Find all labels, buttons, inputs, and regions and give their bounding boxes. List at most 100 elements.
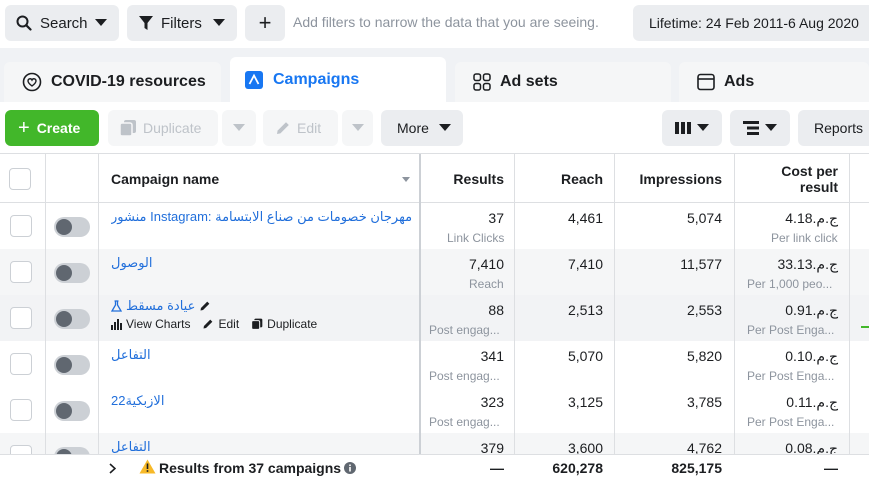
row-checkbox[interactable] bbox=[10, 215, 32, 237]
tab-ad-sets[interactable]: Ad sets bbox=[455, 62, 671, 102]
info-icon[interactable] bbox=[344, 462, 356, 474]
search-button[interactable]: Search bbox=[5, 5, 119, 41]
reach-value: 2,513 bbox=[567, 302, 603, 318]
column-header-reach[interactable]: Reach bbox=[520, 154, 603, 203]
breakdown-button[interactable] bbox=[730, 110, 790, 146]
more-button[interactable]: More bbox=[381, 110, 463, 146]
filter-bar: Search Filters + Add filters to narrow t… bbox=[0, 0, 869, 48]
tab-label: Ads bbox=[724, 73, 755, 90]
campaign-name-link[interactable]: الازبكية22 bbox=[111, 393, 164, 409]
column-header-name[interactable]: Campaign name bbox=[111, 154, 411, 203]
campaign-toggle[interactable] bbox=[54, 309, 90, 329]
pencil-icon[interactable] bbox=[199, 300, 211, 312]
chevron-down-icon bbox=[95, 19, 107, 26]
cost-type: Per Post Enga... bbox=[747, 415, 835, 429]
row-checkbox[interactable] bbox=[10, 353, 32, 375]
duplicate-button[interactable]: Duplicate bbox=[108, 110, 218, 146]
column-header-results[interactable]: Results bbox=[420, 154, 504, 203]
edit-link[interactable]: Edit bbox=[218, 317, 239, 331]
edit-button[interactable]: Edit bbox=[263, 110, 338, 146]
table-row[interactable]: عيادة مسقط View Charts Edit Duplicate 88… bbox=[0, 295, 869, 341]
results-type: Link Clicks bbox=[447, 231, 505, 245]
row-actions: View Charts Edit Duplicate bbox=[111, 317, 317, 331]
view-charts-link[interactable]: View Charts bbox=[126, 317, 190, 331]
duplicate-icon bbox=[251, 318, 263, 330]
row-checkbox[interactable] bbox=[10, 399, 32, 421]
create-button[interactable]: + Create bbox=[5, 110, 99, 146]
results-type: Post engag... bbox=[429, 369, 500, 383]
duplicate-label: Duplicate bbox=[143, 120, 202, 136]
ad-icon bbox=[697, 73, 715, 91]
table-row[interactable]: الوصول 7,410 Reach 7,410 11,577 ج.م.33.1… bbox=[0, 249, 869, 295]
select-all-checkbox[interactable] bbox=[9, 167, 31, 190]
duplicate-icon bbox=[119, 120, 136, 137]
table-row[interactable]: الازبكية22 323 Post engag... 3,125 3,785… bbox=[0, 387, 869, 433]
add-filter-button[interactable]: + bbox=[245, 5, 285, 41]
reach-value: 4,461 bbox=[567, 210, 603, 226]
chevron-down-icon bbox=[213, 19, 225, 26]
results-type: Post engag... bbox=[429, 323, 500, 337]
table-row[interactable]: التفاعل 341 Post engag... 5,070 5,820 ج.… bbox=[0, 341, 869, 387]
results-value: 37 bbox=[488, 210, 504, 226]
results-value: 7,410 bbox=[468, 256, 504, 272]
reports-button[interactable]: Reports bbox=[798, 110, 869, 146]
filter-icon bbox=[139, 16, 153, 30]
heart-hands-icon bbox=[22, 72, 42, 92]
tab-label: Campaigns bbox=[273, 70, 360, 88]
column-header-cost-per-result[interactable]: Cost per result bbox=[760, 154, 838, 203]
grid-icon bbox=[473, 73, 491, 91]
campaign-toggle[interactable] bbox=[54, 217, 90, 237]
cost-type: Per link click bbox=[771, 231, 838, 245]
summary-impressions: 825,175 bbox=[671, 460, 722, 476]
search-label: Search bbox=[40, 14, 88, 32]
column-divider bbox=[734, 154, 735, 479]
tab-ads[interactable]: Ads bbox=[679, 62, 869, 102]
row-checkbox[interactable] bbox=[10, 307, 32, 329]
columns-icon bbox=[675, 122, 691, 134]
results-summary-row: Results from 37 campaigns — 620,278 825,… bbox=[0, 454, 869, 479]
cost-type: Per Post Enga... bbox=[747, 323, 835, 337]
campaign-toggle[interactable] bbox=[54, 355, 90, 375]
reach-value: 5,070 bbox=[567, 348, 603, 364]
campaigns-table: Campaign name Results Reach Impressions … bbox=[0, 154, 869, 479]
impressions-value: 3,785 bbox=[686, 394, 722, 410]
campaign-name-link[interactable]: التفاعل bbox=[111, 439, 151, 455]
cost-value: ج.م.0.91 bbox=[785, 302, 838, 318]
create-label: Create bbox=[36, 120, 81, 136]
results-value: 88 bbox=[488, 302, 504, 318]
results-value: 323 bbox=[480, 394, 504, 410]
cost-value: ج.م.33.13 bbox=[777, 256, 838, 272]
results-type: Post engag... bbox=[429, 415, 500, 429]
reach-value: 7,410 bbox=[567, 256, 603, 272]
impressions-value: 5,820 bbox=[686, 348, 722, 364]
campaign-toggle[interactable] bbox=[54, 263, 90, 283]
campaign-toggle[interactable] bbox=[54, 401, 90, 421]
search-icon bbox=[16, 15, 32, 31]
campaign-toolbar: + Create Duplicate Edit More Reports bbox=[0, 102, 869, 154]
duplicate-dropdown[interactable] bbox=[222, 110, 256, 146]
chevron-down-icon bbox=[351, 124, 364, 131]
columns-button[interactable] bbox=[662, 110, 722, 146]
impressions-value: 11,577 bbox=[680, 256, 722, 272]
table-row[interactable]: منشور Instagram: مهرجان خصومات من صناع ا… bbox=[0, 203, 869, 249]
column-divider bbox=[849, 154, 850, 479]
cost-value: ج.م.4.18 bbox=[785, 210, 838, 226]
delivery-indicator bbox=[861, 326, 869, 328]
tab-campaigns[interactable]: Campaigns bbox=[230, 57, 446, 104]
chevron-right-icon[interactable] bbox=[109, 463, 116, 474]
edit-dropdown[interactable] bbox=[342, 110, 373, 146]
date-range-button[interactable]: Lifetime: 24 Feb 2011-6 Aug 2020 bbox=[633, 5, 869, 41]
campaign-name-link[interactable]: الوصول bbox=[111, 255, 153, 271]
filters-button[interactable]: Filters bbox=[127, 5, 237, 41]
cost-value: ج.م.0.11 bbox=[786, 394, 838, 410]
plus-icon: + bbox=[18, 116, 30, 139]
column-header-impressions[interactable]: Impressions bbox=[620, 154, 722, 203]
column-divider bbox=[514, 154, 515, 479]
tab-covid-resources[interactable]: COVID-19 resources bbox=[4, 62, 221, 102]
row-checkbox[interactable] bbox=[10, 261, 32, 283]
campaign-name-link[interactable]: التفاعل bbox=[111, 347, 151, 363]
duplicate-link[interactable]: Duplicate bbox=[267, 317, 317, 331]
filter-hint[interactable]: Add filters to narrow the data that you … bbox=[293, 14, 599, 30]
campaign-name-link[interactable]: منشور Instagram: مهرجان خصومات من صناع ا… bbox=[111, 209, 413, 225]
campaign-name-link[interactable]: عيادة مسقط bbox=[126, 298, 195, 314]
